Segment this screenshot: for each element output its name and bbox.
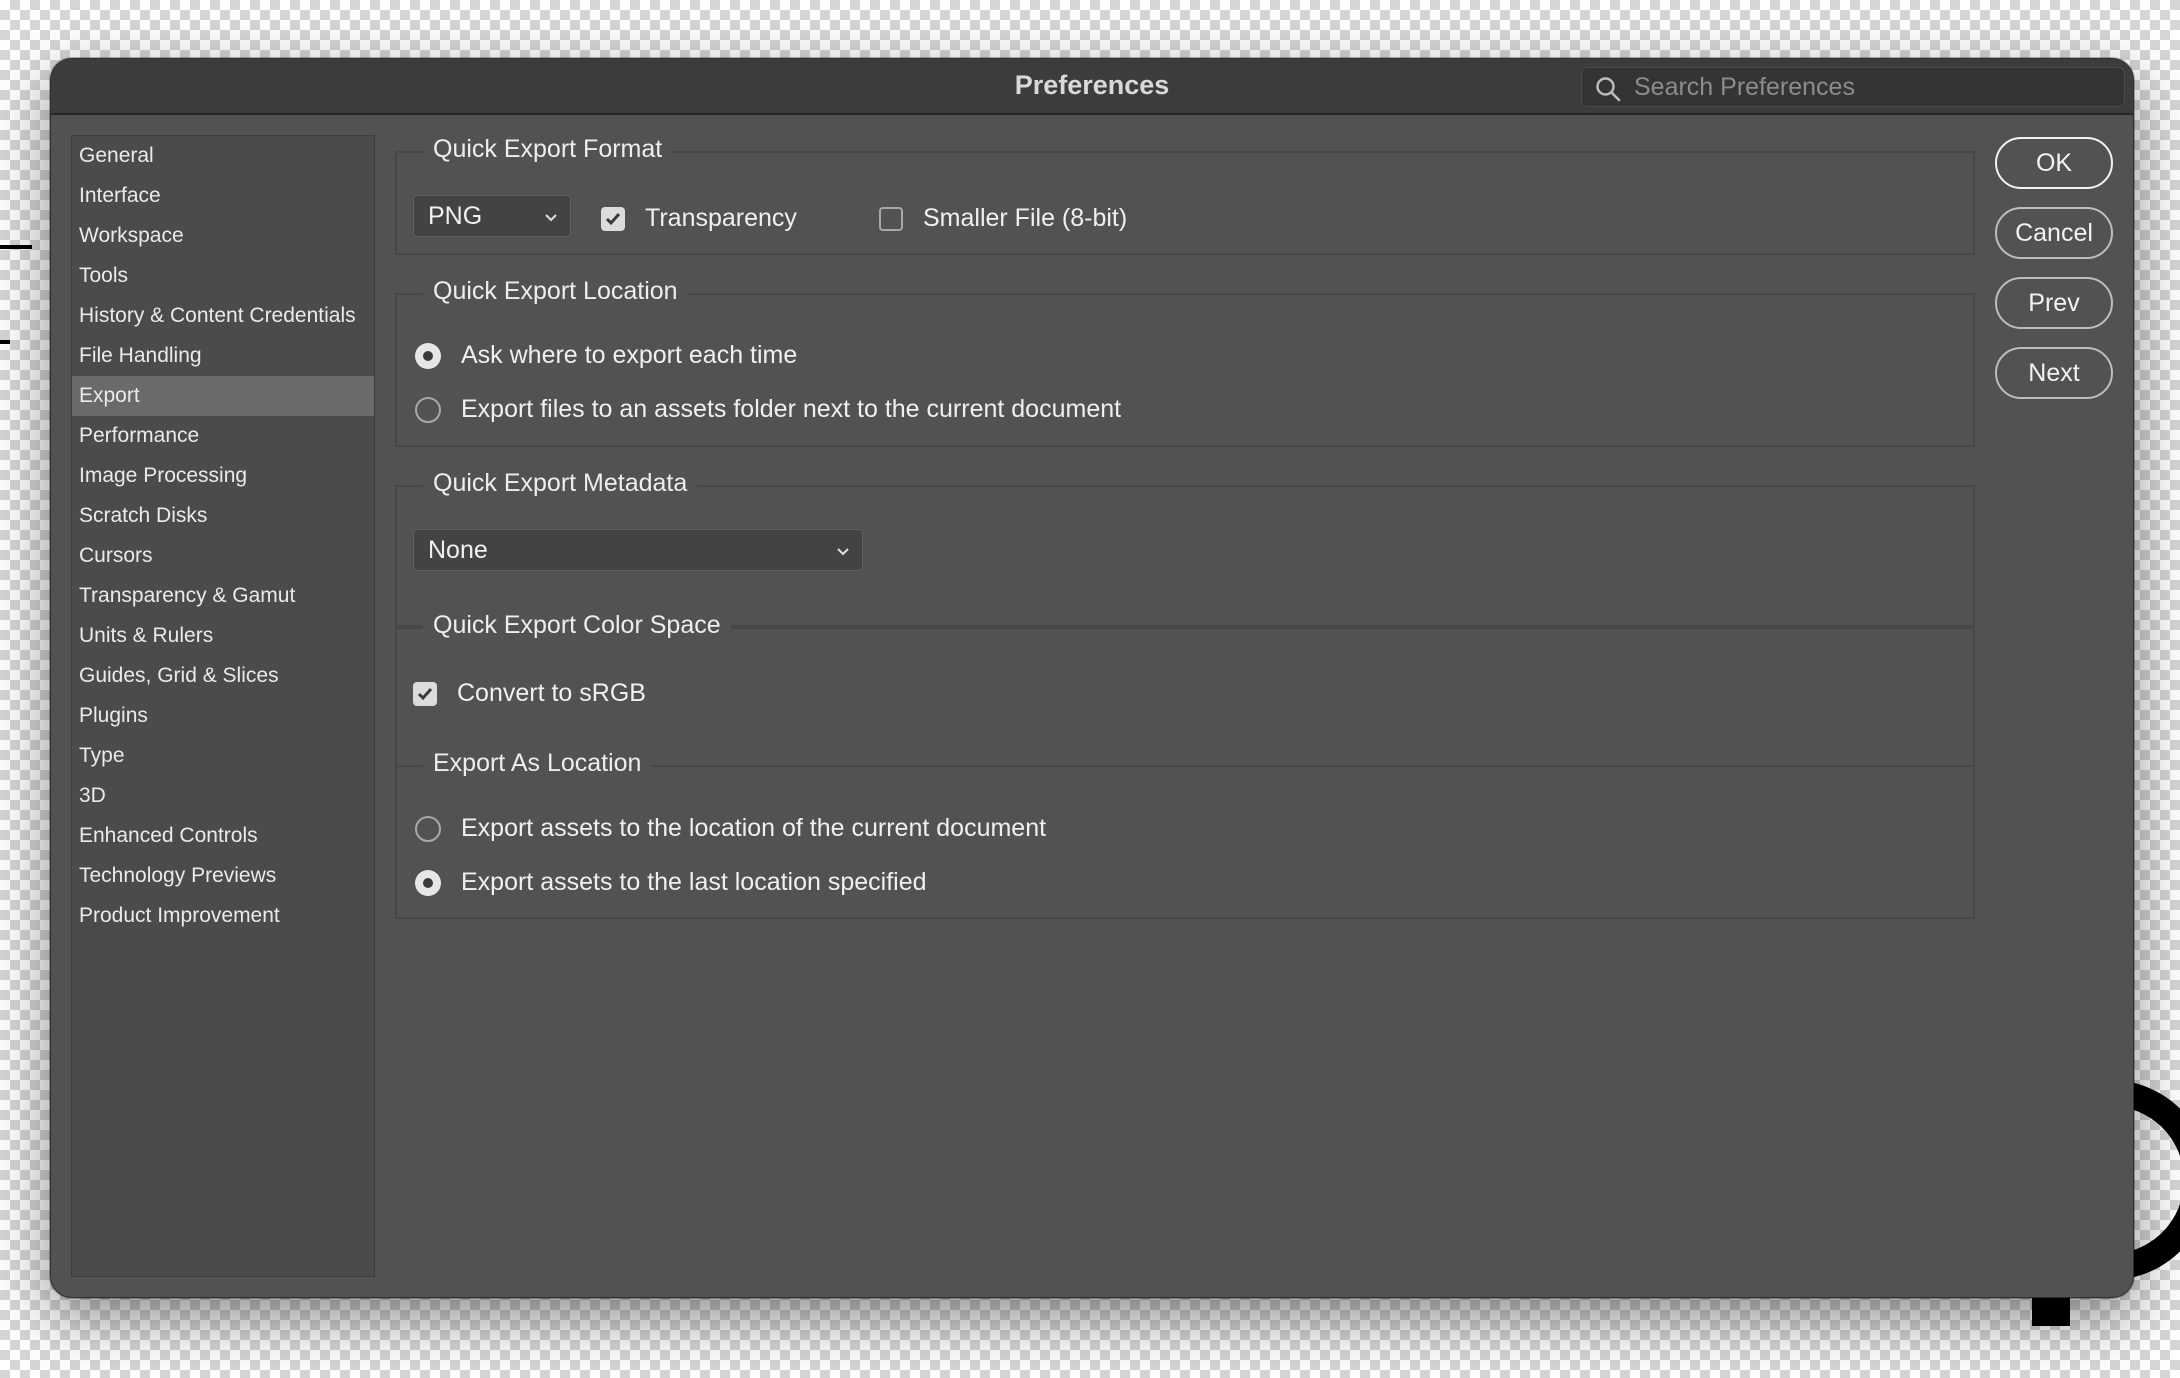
sidebar-item-workspace[interactable]: Workspace	[72, 216, 374, 256]
cancel-button[interactable]: Cancel	[1995, 207, 2113, 259]
sidebar: General Interface Workspace Tools Histor…	[71, 135, 375, 1277]
sidebar-item-export[interactable]: Export	[72, 376, 374, 416]
ok-button[interactable]: OK	[1995, 137, 2113, 189]
sidebar-item-image-processing[interactable]: Image Processing	[72, 456, 374, 496]
search-box[interactable]	[1581, 67, 2125, 107]
radio-button[interactable]	[415, 342, 441, 369]
sidebar-item-3d[interactable]: 3D	[72, 776, 374, 816]
convert-srgb-checkbox[interactable]	[413, 681, 437, 706]
sidebar-item-interface[interactable]: Interface	[72, 176, 374, 216]
sidebar-item-plugins[interactable]: Plugins	[72, 696, 374, 736]
search-icon	[1596, 77, 1621, 102]
sidebar-item-general[interactable]: General	[72, 136, 374, 176]
transparency-checkbox-row[interactable]: Transparency	[601, 204, 797, 233]
chevron-down-icon	[837, 548, 849, 556]
sidebar-item-history-content-credentials[interactable]: History & Content Credentials	[72, 296, 374, 336]
checkmark-icon	[605, 212, 621, 225]
convert-srgb-checkbox-row[interactable]: Convert to sRGB	[413, 679, 646, 708]
prev-button[interactable]: Prev	[1995, 277, 2113, 329]
radio-button[interactable]	[415, 815, 441, 842]
group-title: Quick Export Location	[423, 273, 688, 309]
metadata-select-value: None	[428, 536, 488, 564]
sidebar-item-transparency-gamut[interactable]: Transparency & Gamut	[72, 576, 374, 616]
sidebar-item-performance[interactable]: Performance	[72, 416, 374, 456]
group-title: Export As Location	[423, 745, 652, 781]
export-as-option-current-document[interactable]: Export assets to the location of the cur…	[415, 814, 1046, 843]
checkmark-icon	[417, 687, 433, 700]
sidebar-item-type[interactable]: Type	[72, 736, 374, 776]
group-title: Quick Export Format	[423, 131, 673, 167]
sidebar-item-cursors[interactable]: Cursors	[72, 536, 374, 576]
convert-srgb-label: Convert to sRGB	[457, 679, 646, 707]
sidebar-item-product-improvement[interactable]: Product Improvement	[72, 896, 374, 936]
title-bar: Preferences	[51, 59, 2133, 115]
sidebar-item-file-handling[interactable]: File Handling	[72, 336, 374, 376]
radio-label: Export assets to the location of the cur…	[461, 814, 1047, 842]
radio-label: Export assets to the last location speci…	[461, 868, 927, 896]
sidebar-item-tools[interactable]: Tools	[72, 256, 374, 296]
sidebar-item-technology-previews[interactable]: Technology Previews	[72, 856, 374, 896]
format-select[interactable]: PNG	[413, 195, 571, 237]
location-option-ask[interactable]: Ask where to export each time	[415, 341, 797, 370]
smaller-file-checkbox-row[interactable]: Smaller File (8-bit)	[879, 204, 1127, 233]
chevron-down-icon	[545, 214, 557, 222]
smaller-file-checkbox[interactable]	[879, 206, 903, 231]
group-title: Quick Export Color Space	[423, 607, 731, 643]
smaller-file-label: Smaller File (8-bit)	[923, 204, 1128, 232]
next-button[interactable]: Next	[1995, 347, 2113, 399]
location-option-assets-folder[interactable]: Export files to an assets folder next to…	[415, 395, 1121, 424]
quick-export-location-group: Quick Export Location Ask where to expor…	[395, 273, 1975, 447]
background-dash-mark	[0, 245, 32, 249]
background-dash-mark-small	[0, 340, 10, 344]
transparency-checkbox[interactable]	[601, 206, 625, 231]
export-as-option-last-location[interactable]: Export assets to the last location speci…	[415, 868, 927, 897]
format-select-value: PNG	[428, 202, 483, 230]
quick-export-metadata-group: Quick Export Metadata None	[395, 465, 1975, 627]
quick-export-format-group: Quick Export Format PNG Transparency Sma…	[395, 131, 1975, 255]
background-block-mark	[2032, 1294, 2070, 1326]
sidebar-item-units-rulers[interactable]: Units & Rulers	[72, 616, 374, 656]
sidebar-item-guides-grid-slices[interactable]: Guides, Grid & Slices	[72, 656, 374, 696]
search-input[interactable]	[1634, 68, 2114, 106]
export-as-location-group: Export As Location Export assets to the …	[395, 745, 1975, 919]
group-title: Quick Export Metadata	[423, 465, 698, 501]
transparency-label: Transparency	[645, 204, 797, 232]
radio-label: Ask where to export each time	[461, 341, 798, 369]
metadata-select[interactable]: None	[413, 529, 863, 571]
sidebar-item-enhanced-controls[interactable]: Enhanced Controls	[72, 816, 374, 856]
radio-button[interactable]	[415, 396, 441, 423]
preferences-dialog: Preferences General Interface Workspace …	[50, 58, 2134, 1298]
sidebar-item-scratch-disks[interactable]: Scratch Disks	[72, 496, 374, 536]
radio-label: Export files to an assets folder next to…	[461, 395, 1122, 423]
radio-button[interactable]	[415, 869, 441, 896]
